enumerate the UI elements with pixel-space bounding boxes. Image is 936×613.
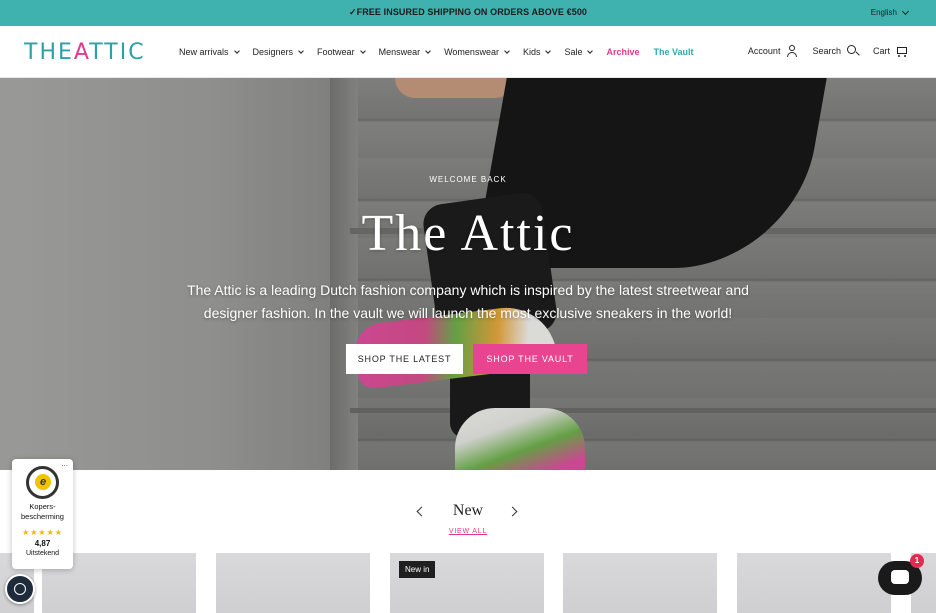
search-label: Search <box>812 46 841 56</box>
nav-item-kids[interactable]: Kids <box>522 47 552 57</box>
trust-label: Kopers- bescherming <box>12 502 73 522</box>
nav-item-designers[interactable]: Designers <box>253 47 304 57</box>
main-nav: New arrivals Designers Footwear Menswear… <box>179 47 694 57</box>
announcement-bar: ✓FREE INSURED SHIPPING ON ORDERS ABOVE €… <box>0 0 936 26</box>
announcement-text: ✓FREE INSURED SHIPPING ON ORDERS ABOVE €… <box>348 7 588 17</box>
nav-item-menswear[interactable]: Menswear <box>379 47 431 57</box>
nav-label: Archive <box>606 47 640 57</box>
nav-label: Footwear <box>317 47 355 57</box>
nav-item-archive[interactable]: Archive <box>606 47 639 57</box>
site-logo[interactable]: THEATTIC <box>24 40 146 65</box>
nav-item-footwear[interactable]: Footwear <box>317 47 366 57</box>
rating-grade: Uitstekend <box>25 550 60 557</box>
language-label: English <box>870 8 897 17</box>
chevron-down-icon <box>359 47 366 54</box>
search-link[interactable]: Search <box>812 45 860 57</box>
rating-stars: ★★★★★ <box>22 528 63 537</box>
new-products-section: New VIEW ALL New in <box>0 470 936 613</box>
trusted-shops-badge[interactable]: ... e Kopers- bescherming ★★★★★ 4,87 Uit… <box>12 459 73 569</box>
trust-label-line: bescherming <box>21 512 64 521</box>
nav-label: Kids <box>522 47 541 57</box>
nav-label: Sale <box>564 47 583 57</box>
chat-unread-badge: 1 <box>910 554 924 568</box>
chevron-down-icon <box>298 47 304 54</box>
nav-label: Womenswear <box>444 47 499 57</box>
nav-label: Menswear <box>378 47 421 57</box>
cart-icon <box>896 45 908 57</box>
nav-label: New arrivals <box>179 47 229 57</box>
nav-item-sale[interactable]: Sale <box>564 47 594 57</box>
shop-vault-button[interactable]: SHOP THE VAULT <box>473 344 587 374</box>
account-link[interactable]: Account <box>748 45 799 57</box>
hero-content: WELCOME BACK The Attic The Attic is a le… <box>0 78 936 470</box>
hero-title: The Attic <box>361 205 575 262</box>
product-card[interactable] <box>216 553 370 613</box>
rating-score: 4,87 <box>34 539 51 548</box>
nav-item-new-arrivals[interactable]: New arrivals <box>179 47 240 57</box>
nav-label: Designers <box>252 47 294 57</box>
language-selector[interactable]: English <box>870 7 910 17</box>
hero-eyebrow: WELCOME BACK <box>429 175 507 184</box>
chevron-down-icon <box>545 47 552 54</box>
section-title: New <box>452 502 484 519</box>
view-all-link[interactable]: VIEW ALL <box>0 528 936 535</box>
chevron-down-icon <box>901 7 910 15</box>
site-header: THEATTIC New arrivals Designers Footwear… <box>0 26 936 78</box>
cookie-settings-button[interactable] <box>5 574 35 604</box>
header-utilities: Account Search Cart <box>748 45 908 57</box>
cart-link[interactable]: Cart <box>873 45 908 57</box>
chevron-down-icon <box>504 47 510 54</box>
search-icon <box>846 45 860 57</box>
cookie-icon <box>14 583 26 595</box>
nav-label: The Vault <box>653 47 694 57</box>
trust-label-line: Kopers- <box>29 502 56 511</box>
nav-item-womenswear[interactable]: Womenswear <box>444 47 510 57</box>
more-options-icon[interactable]: ... <box>61 459 68 468</box>
product-card[interactable] <box>563 553 717 613</box>
nav-item-the-vault[interactable]: The Vault <box>654 47 694 57</box>
chevron-down-icon <box>233 47 240 54</box>
logo-text-end: TTIC <box>89 40 146 65</box>
chevron-down-icon <box>587 47 594 54</box>
cart-label: Cart <box>872 46 890 56</box>
hero-description: The Attic is a leading Dutch fashion com… <box>187 282 749 321</box>
new-in-badge: New in <box>399 561 436 578</box>
chat-bubble-icon <box>891 570 909 584</box>
account-label: Account <box>747 46 781 56</box>
logo-text-start: THE <box>24 40 74 65</box>
hero-banner: WELCOME BACK The Attic The Attic is a le… <box>0 78 936 470</box>
logo-text-accent: A <box>73 40 90 65</box>
product-card[interactable] <box>737 553 891 613</box>
user-icon <box>786 45 798 57</box>
trust-seal-icon: e <box>26 466 59 499</box>
shop-latest-button[interactable]: SHOP THE LATEST <box>346 344 463 374</box>
chevron-down-icon <box>425 47 431 54</box>
